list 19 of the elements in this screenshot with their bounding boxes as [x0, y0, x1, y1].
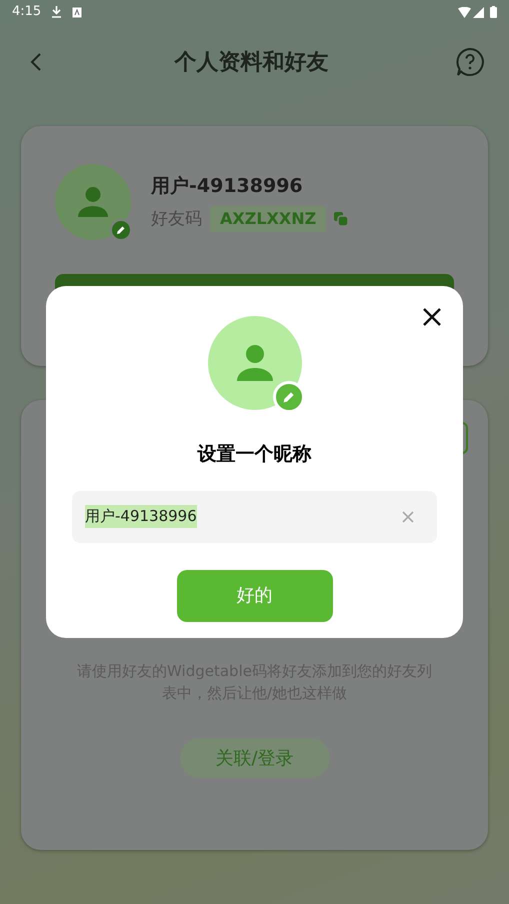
- close-icon[interactable]: [421, 306, 443, 328]
- pencil-icon: [115, 224, 127, 236]
- battery-icon: [490, 6, 497, 18]
- copy-icon[interactable]: [334, 212, 348, 226]
- signal-icon: [473, 6, 484, 18]
- ok-button[interactable]: 好的: [176, 570, 332, 622]
- clear-icon[interactable]: [402, 510, 414, 522]
- page-title: 个人资料和好友: [174, 48, 328, 76]
- help-icon[interactable]: [455, 47, 485, 77]
- app-notification-icon: [72, 6, 82, 18]
- profile-name: 用户-49138996: [151, 174, 304, 199]
- wifi-icon: [458, 6, 471, 18]
- nickname-value: 用户-49138996: [85, 505, 197, 528]
- friend-code: AXZLXXNZ: [210, 206, 326, 232]
- status-time: 4:15: [12, 3, 42, 22]
- link-login-button[interactable]: 关联/登录: [180, 738, 330, 778]
- dialog-title: 设置一个昵称: [198, 442, 312, 467]
- download-icon: [51, 6, 62, 18]
- nickname-field[interactable]: 用户-49138996: [72, 490, 437, 542]
